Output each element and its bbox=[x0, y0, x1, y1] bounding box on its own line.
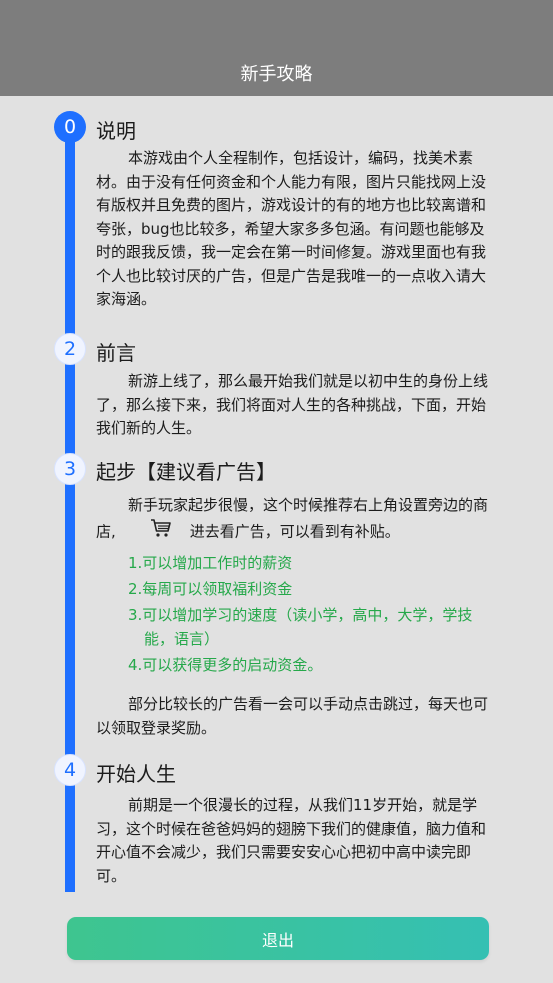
getting-started-text-part2: 进去看广告，可以看到有补贴。 bbox=[189, 521, 400, 540]
benefit-item: 1.可以增加工作时的薪资 bbox=[128, 554, 293, 572]
benefit-item: 3.可以增加学习的速度（读小学，高中，大学，学技能，语言） bbox=[128, 606, 473, 648]
section-title-getting-started: 起步【建议看广告】 bbox=[96, 460, 276, 484]
step-marker-4: 4 bbox=[54, 754, 86, 786]
page-title: 新手攻略 bbox=[240, 64, 313, 85]
step-marker-3: 3 bbox=[54, 453, 86, 485]
section-text-getting-started: 新手玩家起步很慢，这个时候推荐右上角设置旁边的商店, 进去看广告，可以看到有补贴。 bbox=[96, 494, 494, 545]
benefit-item: 4.可以获得更多的启动资金。 bbox=[128, 655, 323, 674]
section-text-intro: 本游戏由个人全程制作，包括设计，编码，找美术素材。由于没有任何资金和个人能力有限… bbox=[96, 149, 487, 308]
step-marker-0: 0 bbox=[54, 111, 86, 143]
section-title-intro: 说明 bbox=[96, 119, 136, 143]
section-title-preface: 前言 bbox=[96, 341, 136, 365]
exit-button[interactable]: 退出 bbox=[67, 917, 489, 960]
section-text-preface: 新游上线了，那么最开始我们就是以初中生的身份上线了，那么接下来，我们将面对人生的… bbox=[96, 372, 489, 437]
benefit-list: 1.可以增加工作时的薪资 2.每周可以领取福利资金 3.可以增加学习的速度（读小… bbox=[128, 552, 494, 680]
section-title-start-life: 开始人生 bbox=[96, 762, 176, 786]
header-bar: 新手攻略 bbox=[0, 0, 553, 96]
section-text-start-life: 前期是一个很漫长的过程，从我们11岁开始，就是学习，这个时候在爸爸妈妈的翅膀下我… bbox=[96, 796, 487, 885]
benefit-item: 2.每周可以领取福利资金 bbox=[128, 580, 293, 598]
shopping-cart-icon bbox=[118, 518, 172, 546]
step-marker-2: 2 bbox=[54, 333, 86, 365]
section-note-ads: 部分比较长的广告看一会可以手动点击跳过，每天也可以领取登录奖励。 bbox=[96, 695, 489, 737]
